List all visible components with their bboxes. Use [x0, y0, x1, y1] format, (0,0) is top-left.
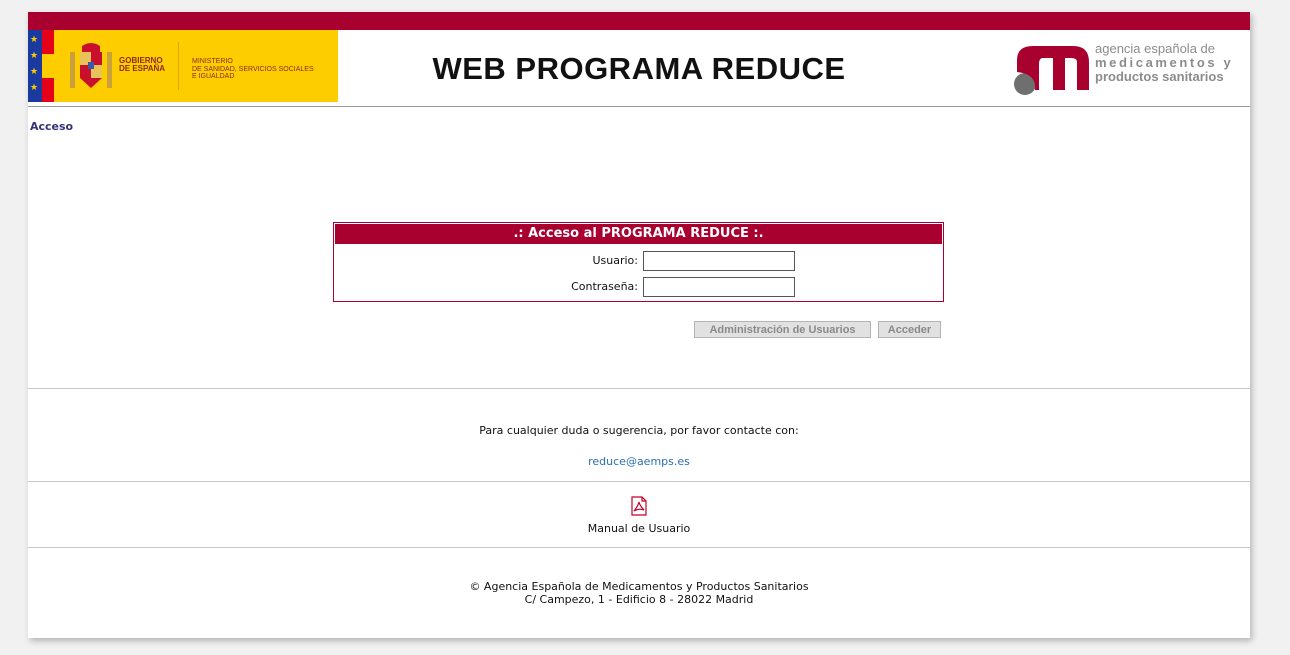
breadcrumb: Acceso	[30, 120, 74, 133]
footer-address: C/ Campezo, 1 - Edificio 8 - 28022 Madri…	[524, 593, 754, 606]
footer-copyright: © Agencia Española de Medicamentos y Pro…	[469, 580, 809, 593]
password-input[interactable]	[643, 277, 795, 297]
footer: © Agencia Española de Medicamentos y Pro…	[28, 580, 1250, 606]
username-input[interactable]	[643, 251, 795, 271]
user-manual-label[interactable]: Manual de Usuario	[28, 522, 1250, 535]
page-container: ★ ★ ★ ★ GOBIERNO DE ESPAÑA MINISTERIO DE…	[28, 12, 1250, 638]
aemps-name: agencia española de medicamentos y produ…	[1095, 41, 1234, 84]
user-administration-button[interactable]: Administración de Usuarios	[694, 321, 871, 338]
login-panel-title: .: Acceso al PROGRAMA REDUCE :.	[335, 224, 942, 244]
aemps-logo: agencia española de medicamentos y produ…	[1013, 42, 1248, 98]
login-panel: .: Acceso al PROGRAMA REDUCE :. Usuario:…	[333, 222, 944, 302]
top-brand-bar	[28, 12, 1250, 30]
username-row: Usuario:	[334, 251, 943, 273]
divider	[28, 481, 1250, 482]
aemps-mark-icon	[1014, 46, 1089, 95]
access-button[interactable]: Acceder	[878, 321, 941, 338]
contact-email-link[interactable]: reduce@aemps.es	[28, 455, 1250, 468]
divider	[28, 547, 1250, 548]
password-row: Contraseña:	[334, 277, 943, 299]
username-label: Usuario:	[592, 254, 638, 267]
divider	[28, 388, 1250, 389]
user-manual-link[interactable]: Manual de Usuario	[28, 496, 1250, 535]
contact-text: Para cualquier duda o sugerencia, por fa…	[479, 424, 799, 437]
header: ★ ★ ★ ★ GOBIERNO DE ESPAÑA MINISTERIO DE…	[28, 30, 1250, 107]
pdf-icon[interactable]	[630, 496, 648, 516]
password-label: Contraseña:	[571, 280, 638, 293]
